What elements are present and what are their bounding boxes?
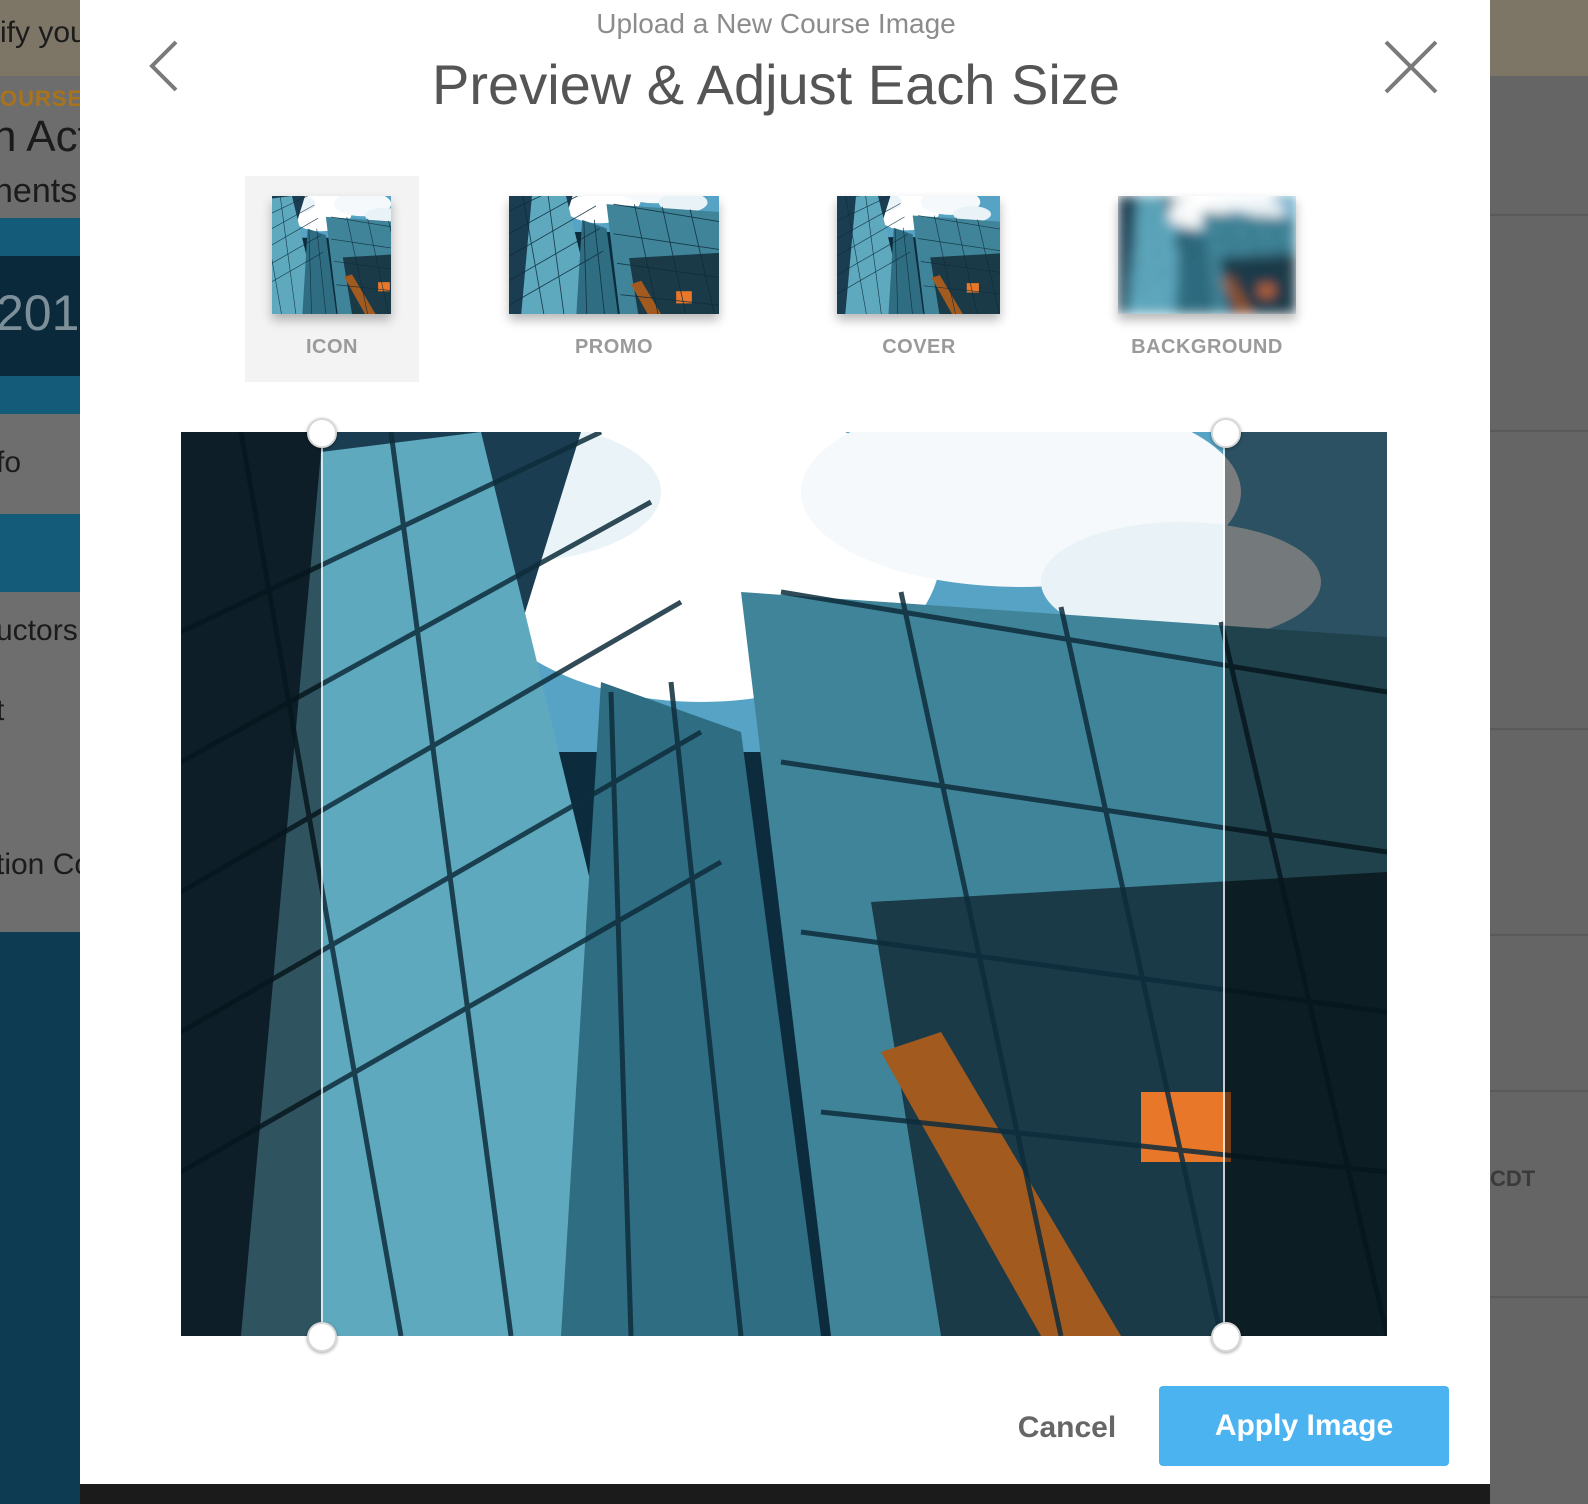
divider	[1490, 934, 1588, 936]
crop-handle-top-left[interactable]	[307, 418, 337, 448]
background-menu-item: uctors	[0, 614, 78, 647]
background-right-text: CDT	[1490, 1166, 1536, 1191]
tab-label: BACKGROUND	[1131, 336, 1283, 358]
crop-selection-box[interactable]	[321, 432, 1225, 1336]
divider	[1490, 1090, 1588, 1092]
background-menu-item: t	[0, 694, 5, 727]
tab-promo[interactable]: PROMO	[490, 176, 738, 382]
tab-label: COVER	[882, 336, 956, 358]
divider	[1490, 1296, 1588, 1298]
background-banner-text: ify you	[0, 16, 87, 49]
promo-preview-thumbnail	[509, 196, 719, 314]
crop-handle-top-right[interactable]	[1211, 418, 1241, 448]
background-menu-item: tion Co	[0, 848, 80, 881]
modal-title: Preview & Adjust Each Size	[432, 53, 1120, 116]
background-bottom-strip	[80, 1484, 1490, 1504]
divider	[1490, 430, 1588, 432]
tab-icon[interactable]: ICON	[245, 176, 419, 382]
icon-preview-thumbnail	[272, 196, 391, 314]
cancel-button[interactable]: Cancel	[1000, 1390, 1134, 1466]
crop-handle-bottom-left[interactable]	[307, 1322, 337, 1352]
background-menu-item: fo	[0, 446, 22, 479]
crop-mask-right	[1225, 432, 1387, 1336]
crop-mask-left	[181, 432, 321, 1336]
background-course-kicker: OURSE	[0, 86, 80, 111]
background-course-header: OURSE n Act nents	[0, 76, 80, 218]
background-side-menu: fo uctors t tion Co	[0, 414, 80, 932]
divider	[1490, 214, 1588, 216]
background-course-subtitle: nents	[0, 172, 78, 210]
modal-subtitle: Upload a New Course Image	[596, 8, 956, 39]
tab-background[interactable]: BACKGROUND	[1100, 176, 1314, 382]
crop-editor[interactable]	[181, 418, 1387, 1352]
divider	[1490, 728, 1588, 730]
background-band	[0, 376, 80, 414]
cover-preview-thumbnail	[837, 196, 1000, 314]
background-preview-thumbnail	[1118, 196, 1296, 314]
tab-cover[interactable]: COVER	[817, 176, 1021, 382]
background-band	[0, 218, 80, 256]
background-year-text: 2018	[0, 285, 80, 341]
image-upload-modal: Upload a New Course Image Preview & Adju…	[80, 0, 1490, 1484]
apply-image-button[interactable]: Apply Image	[1159, 1386, 1449, 1466]
background-year-box: 2018	[0, 256, 80, 376]
tab-label: PROMO	[574, 336, 654, 358]
background-right-top	[1490, 0, 1588, 76]
tab-label: ICON	[306, 336, 358, 358]
crop-handle-bottom-right[interactable]	[1211, 1322, 1241, 1352]
background-course-title: n Act	[0, 112, 80, 161]
background-menu-active-item	[0, 514, 80, 592]
background-right-column	[1490, 0, 1588, 1504]
